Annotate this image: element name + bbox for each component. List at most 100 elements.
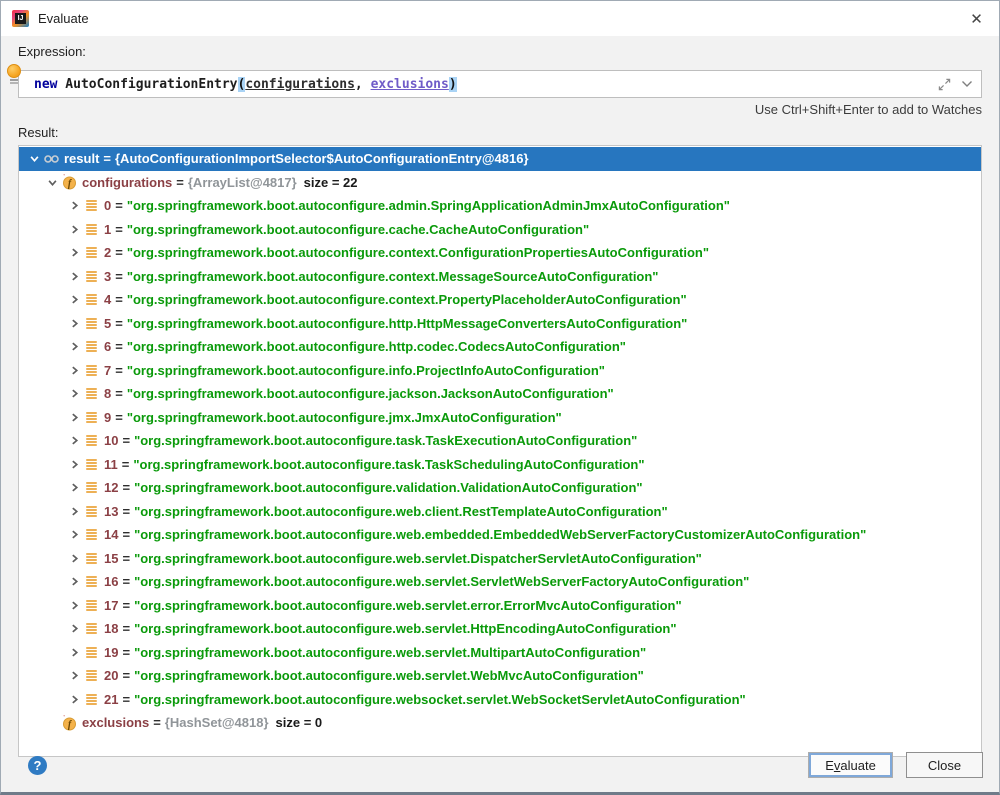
chevron-right-icon[interactable] <box>66 597 83 613</box>
tree-row-array-item[interactable]: 1 = "org.springframework.boot.autoconfigur… <box>19 218 981 242</box>
arg-configurations: configurations <box>245 76 355 92</box>
array-item-icon <box>83 644 99 660</box>
item-index: 14 <box>104 527 119 543</box>
item-index: 7 <box>104 362 112 378</box>
tree-row-array-item[interactable]: 19 = "org.springframework.boot.autoconfigu… <box>19 641 981 665</box>
item-value: "org.springframework.boot.autoconfigure.… <box>126 315 688 331</box>
array-item-icon <box>83 221 99 237</box>
intention-bulb-icon[interactable] <box>6 64 22 90</box>
tree-row-array-item[interactable]: 8 = "org.springframework.boot.autoconfigur… <box>19 382 981 406</box>
tree-row-array-item[interactable]: 15 = "org.springframework.boot.autoconfigu… <box>19 547 981 571</box>
item-index: 17 <box>104 597 119 613</box>
array-item-icon <box>83 245 99 261</box>
tree-row-array-item[interactable]: 3 = "org.springframework.boot.autoconfigur… <box>19 265 981 289</box>
close-button[interactable]: Close <box>906 752 983 778</box>
tree-row-configurations[interactable]: f ' configurations = {ArrayList@4817} size =… <box>19 171 981 195</box>
item-value: "org.springframework.boot.autoconfigure.… <box>134 621 677 637</box>
equals-sign: = <box>122 527 131 543</box>
chevron-down-icon[interactable] <box>26 151 43 167</box>
equals-sign: = <box>153 715 161 731</box>
size-text: size = 0 <box>275 715 323 731</box>
chevron-right-icon[interactable] <box>66 221 83 237</box>
equals-sign: = <box>122 433 131 449</box>
tree-row-array-item[interactable]: 20 = "org.springframework.boot.autoconfigu… <box>19 664 981 688</box>
tree-row-array-item[interactable]: 0 = "org.springframework.boot.autoconfigur… <box>19 194 981 218</box>
help-button[interactable]: ? <box>28 756 47 775</box>
tree-row-array-item[interactable]: 14 = "org.springframework.boot.autoconfigu… <box>19 523 981 547</box>
tree-row-array-item[interactable]: 9 = "org.springframework.boot.autoconfigur… <box>19 406 981 430</box>
chevron-right-icon[interactable] <box>66 268 83 284</box>
expand-editor-icon[interactable] <box>938 78 951 91</box>
tree-row-array-item[interactable]: 16 = "org.springframework.boot.autoconfigu… <box>19 570 981 594</box>
item-value: "org.springframework.boot.autoconfigure.… <box>133 456 645 472</box>
chevron-right-icon[interactable] <box>66 644 83 660</box>
tree-row-array-item[interactable]: 4 = "org.springframework.boot.autoconfigur… <box>19 288 981 312</box>
array-item-icon <box>83 503 99 519</box>
tree-row-array-item[interactable]: 10 = "org.springframework.boot.autoconfigu… <box>19 429 981 453</box>
item-index: 21 <box>104 691 119 707</box>
chevron-right-icon[interactable] <box>66 433 83 449</box>
item-index: 11 <box>104 456 118 472</box>
equals-sign: = <box>115 221 123 237</box>
chevron-right-icon[interactable] <box>66 245 83 261</box>
item-value: "org.springframework.boot.autoconfigure.… <box>134 691 746 707</box>
result-tree: result = {AutoConfigurationImportSelector$… <box>18 145 982 757</box>
item-value: "org.springframework.boot.autoconfigure.… <box>134 527 867 543</box>
node-name: exclusions <box>82 715 150 731</box>
tree-row-array-item[interactable]: 5 = "org.springframework.boot.autoconfigur… <box>19 312 981 336</box>
tree-row-array-item[interactable]: 11 = "org.springframework.boot.autoconfigu… <box>19 453 981 477</box>
equals-sign: = <box>115 362 123 378</box>
chevron-right-icon[interactable] <box>66 527 83 543</box>
array-item-icon <box>83 621 99 637</box>
chevron-right-icon[interactable] <box>66 409 83 425</box>
array-item-icon <box>83 386 99 402</box>
tree-row-array-item[interactable]: 6 = "org.springframework.boot.autoconfigur… <box>19 335 981 359</box>
chevron-right-icon[interactable] <box>66 668 83 684</box>
window-title: Evaluate <box>38 11 89 26</box>
tree-row-result[interactable]: result = {AutoConfigurationImportSelector$… <box>19 147 981 171</box>
chevron-right-icon[interactable] <box>66 339 83 355</box>
expression-input[interactable]: new AutoConfigurationEntry(configuration… <box>18 70 982 98</box>
chevron-right-icon[interactable] <box>66 315 83 331</box>
chevron-right-icon[interactable] <box>66 362 83 378</box>
item-index: 10 <box>104 433 119 449</box>
item-value: "org.springframework.boot.autoconfigure.… <box>126 198 730 214</box>
chevron-right-icon[interactable] <box>66 456 83 472</box>
chevron-right-icon[interactable] <box>66 621 83 637</box>
equals-sign: = <box>122 480 131 496</box>
chevron-right-icon[interactable] <box>66 691 83 707</box>
tree-row-array-item[interactable]: 7 = "org.springframework.boot.autoconfigur… <box>19 359 981 383</box>
tree-row-array-item[interactable]: 21 = "org.springframework.boot.autoconfigu… <box>19 688 981 712</box>
array-item-icon <box>83 362 99 378</box>
chevron-right-icon[interactable] <box>66 550 83 566</box>
close-icon[interactable]: ✕ <box>954 1 999 36</box>
tree-row-exclusions[interactable]: f ' exclusions = {HashSet@4818} size = 0 <box>19 711 981 735</box>
equals-sign: = <box>122 597 131 613</box>
result-value-icon <box>43 151 59 167</box>
item-value: "org.springframework.boot.autoconfigure.… <box>126 245 709 261</box>
item-value: "org.springframework.boot.autoconfigure.… <box>134 480 643 496</box>
item-value: "org.springframework.boot.autoconfigure.… <box>126 362 605 378</box>
chevron-right-icon[interactable] <box>66 480 83 496</box>
tree-row-array-item[interactable]: 2 = "org.springframework.boot.autoconfigur… <box>19 241 981 265</box>
equals-sign: = <box>115 315 123 331</box>
item-index: 8 <box>104 386 112 402</box>
tree-row-array-item[interactable]: 12 = "org.springframework.boot.autoconfigu… <box>19 476 981 500</box>
chevron-right-icon[interactable] <box>66 574 83 590</box>
chevron-down-icon[interactable] <box>44 174 61 190</box>
chevron-right-icon[interactable] <box>66 292 83 308</box>
equals-sign: = <box>115 339 123 355</box>
evaluate-dialog: IJ Evaluate ✕ Expression: new AutoConfig… <box>0 0 1000 795</box>
item-index: 0 <box>104 198 112 214</box>
array-item-icon <box>83 691 99 707</box>
chevron-right-icon[interactable] <box>66 386 83 402</box>
tree-row-array-item[interactable]: 18 = "org.springframework.boot.autoconfigu… <box>19 617 981 641</box>
evaluate-button[interactable]: Ev aluate <box>808 752 893 778</box>
chevron-right-icon[interactable] <box>66 198 83 214</box>
chevron-right-icon[interactable] <box>66 503 83 519</box>
history-dropdown-icon[interactable] <box>961 80 973 88</box>
tree-row-array-item[interactable]: 13 = "org.springframework.boot.autoconfigu… <box>19 500 981 524</box>
bulb-glass <box>7 64 21 78</box>
array-item-icon <box>83 597 99 613</box>
tree-row-array-item[interactable]: 17 = "org.springframework.boot.autoconfigu… <box>19 594 981 618</box>
